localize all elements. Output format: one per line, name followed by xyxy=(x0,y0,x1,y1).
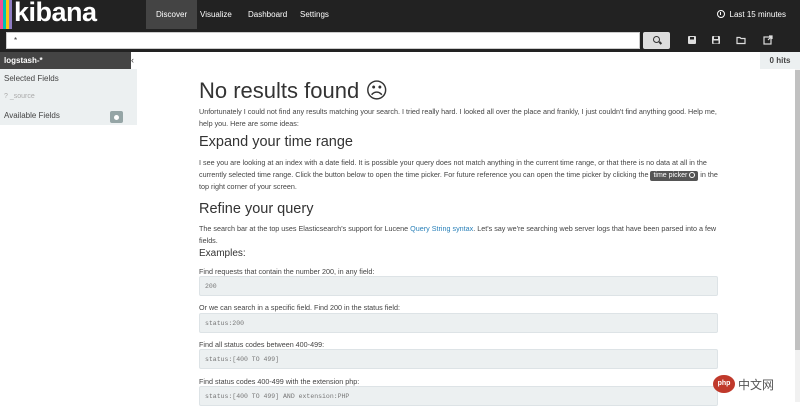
tab-visualize[interactable]: Visualize xyxy=(190,0,242,29)
example-code: status:[400 TO 499] AND extension:PHP xyxy=(199,386,718,406)
watermark: php 中文网 xyxy=(713,372,774,396)
intro-text: Unfortunately I could not find any resul… xyxy=(199,107,717,128)
kibana-logo[interactable]: kibana xyxy=(14,0,97,28)
clock-icon xyxy=(716,10,725,18)
field-source[interactable]: ? _source xyxy=(4,93,35,100)
kibana-logo-mark xyxy=(0,0,12,29)
time-picker-button[interactable]: Last 15 minutes xyxy=(716,0,786,29)
search-input[interactable]: * xyxy=(6,32,640,49)
hits-count: 0 hits xyxy=(760,52,800,69)
share-icon[interactable] xyxy=(763,35,773,45)
tab-settings[interactable]: Settings xyxy=(290,0,339,29)
page-title: No results found ☹ xyxy=(199,78,389,103)
watermark-logo: php xyxy=(713,375,735,393)
time-range-label: Last 15 minutes xyxy=(729,10,786,19)
search-button[interactable] xyxy=(643,32,670,49)
search-bar: * xyxy=(0,29,800,52)
collapse-sidebar-icon[interactable]: ‹ xyxy=(131,52,137,69)
available-fields-heading: Available Fields xyxy=(4,111,60,120)
watermark-text: 中文网 xyxy=(738,377,775,392)
open-folder-icon[interactable] xyxy=(736,35,746,45)
field-sidebar: logstash-* ‹ Selected Fields ? _source A… xyxy=(0,52,137,125)
example-description: Or we can search in a specific field. Fi… xyxy=(199,303,400,312)
refine-heading: Refine your query xyxy=(199,201,314,217)
example-code: status:[400 TO 499] xyxy=(199,349,718,369)
save-icon[interactable] xyxy=(711,35,721,45)
example-code: 200 xyxy=(199,276,718,296)
selected-fields-heading: Selected Fields xyxy=(4,74,59,83)
examples-heading: Examples: xyxy=(199,248,246,259)
query-string-syntax-link[interactable]: Query String syntax xyxy=(410,224,473,233)
example-code: status:200 xyxy=(199,313,718,333)
new-search-icon[interactable] xyxy=(687,35,697,45)
expand-heading: Expand your time range xyxy=(199,134,353,150)
expand-text: I see you are looking at an index with a… xyxy=(199,158,718,191)
index-pattern-selector[interactable]: logstash-* xyxy=(0,52,131,69)
clock-icon xyxy=(689,171,696,178)
top-navbar: kibana Discover Visualize Dashboard Sett… xyxy=(0,0,800,29)
search-icon xyxy=(653,36,660,43)
scrollbar-thumb[interactable] xyxy=(795,70,800,350)
gear-icon[interactable] xyxy=(110,111,123,123)
refine-text: The search bar at the top uses Elasticse… xyxy=(199,224,717,245)
time-picker-inline-button[interactable]: time picker xyxy=(650,170,699,181)
tab-dashboard[interactable]: Dashboard xyxy=(238,0,297,29)
